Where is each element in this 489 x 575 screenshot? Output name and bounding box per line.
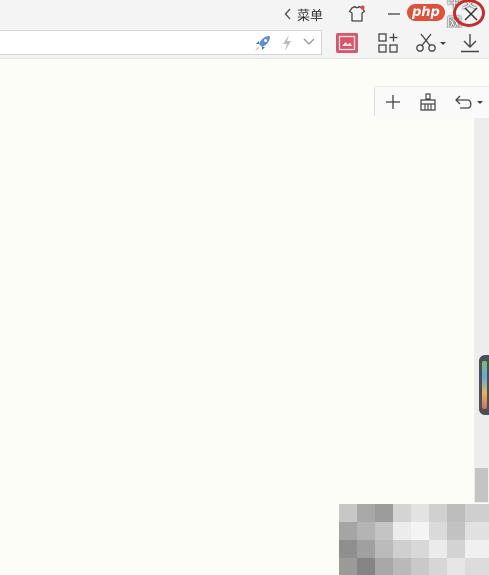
plus-icon[interactable] xyxy=(385,94,401,110)
toolbar-divider xyxy=(374,88,375,116)
chevron-left-icon xyxy=(284,8,291,20)
vertical-scrollbar[interactable] xyxy=(474,118,489,503)
broom-icon[interactable] xyxy=(419,93,437,111)
lightning-icon[interactable] xyxy=(281,35,293,51)
scissors-icon[interactable] xyxy=(415,33,449,53)
menu-label: 菜单 xyxy=(297,7,324,23)
screenshot-extension-icon[interactable] xyxy=(336,33,358,53)
watermark-php-text: php xyxy=(407,3,445,21)
blurred-image xyxy=(339,504,489,575)
download-icon[interactable] xyxy=(460,33,480,53)
highlight-circle xyxy=(453,0,485,27)
rocket-icon[interactable] xyxy=(254,35,272,52)
skin-icon[interactable] xyxy=(348,5,366,23)
chevron-down-icon[interactable] xyxy=(303,38,315,46)
apps-add-icon[interactable] xyxy=(378,33,398,53)
undo-icon[interactable] xyxy=(452,93,486,111)
address-bar[interactable] xyxy=(0,30,322,55)
side-widget-indicator xyxy=(482,361,487,409)
scrollbar-thumb[interactable] xyxy=(475,468,488,502)
minimize-icon[interactable] xyxy=(384,4,404,24)
menu-button[interactable]: 菜单 xyxy=(284,4,323,24)
